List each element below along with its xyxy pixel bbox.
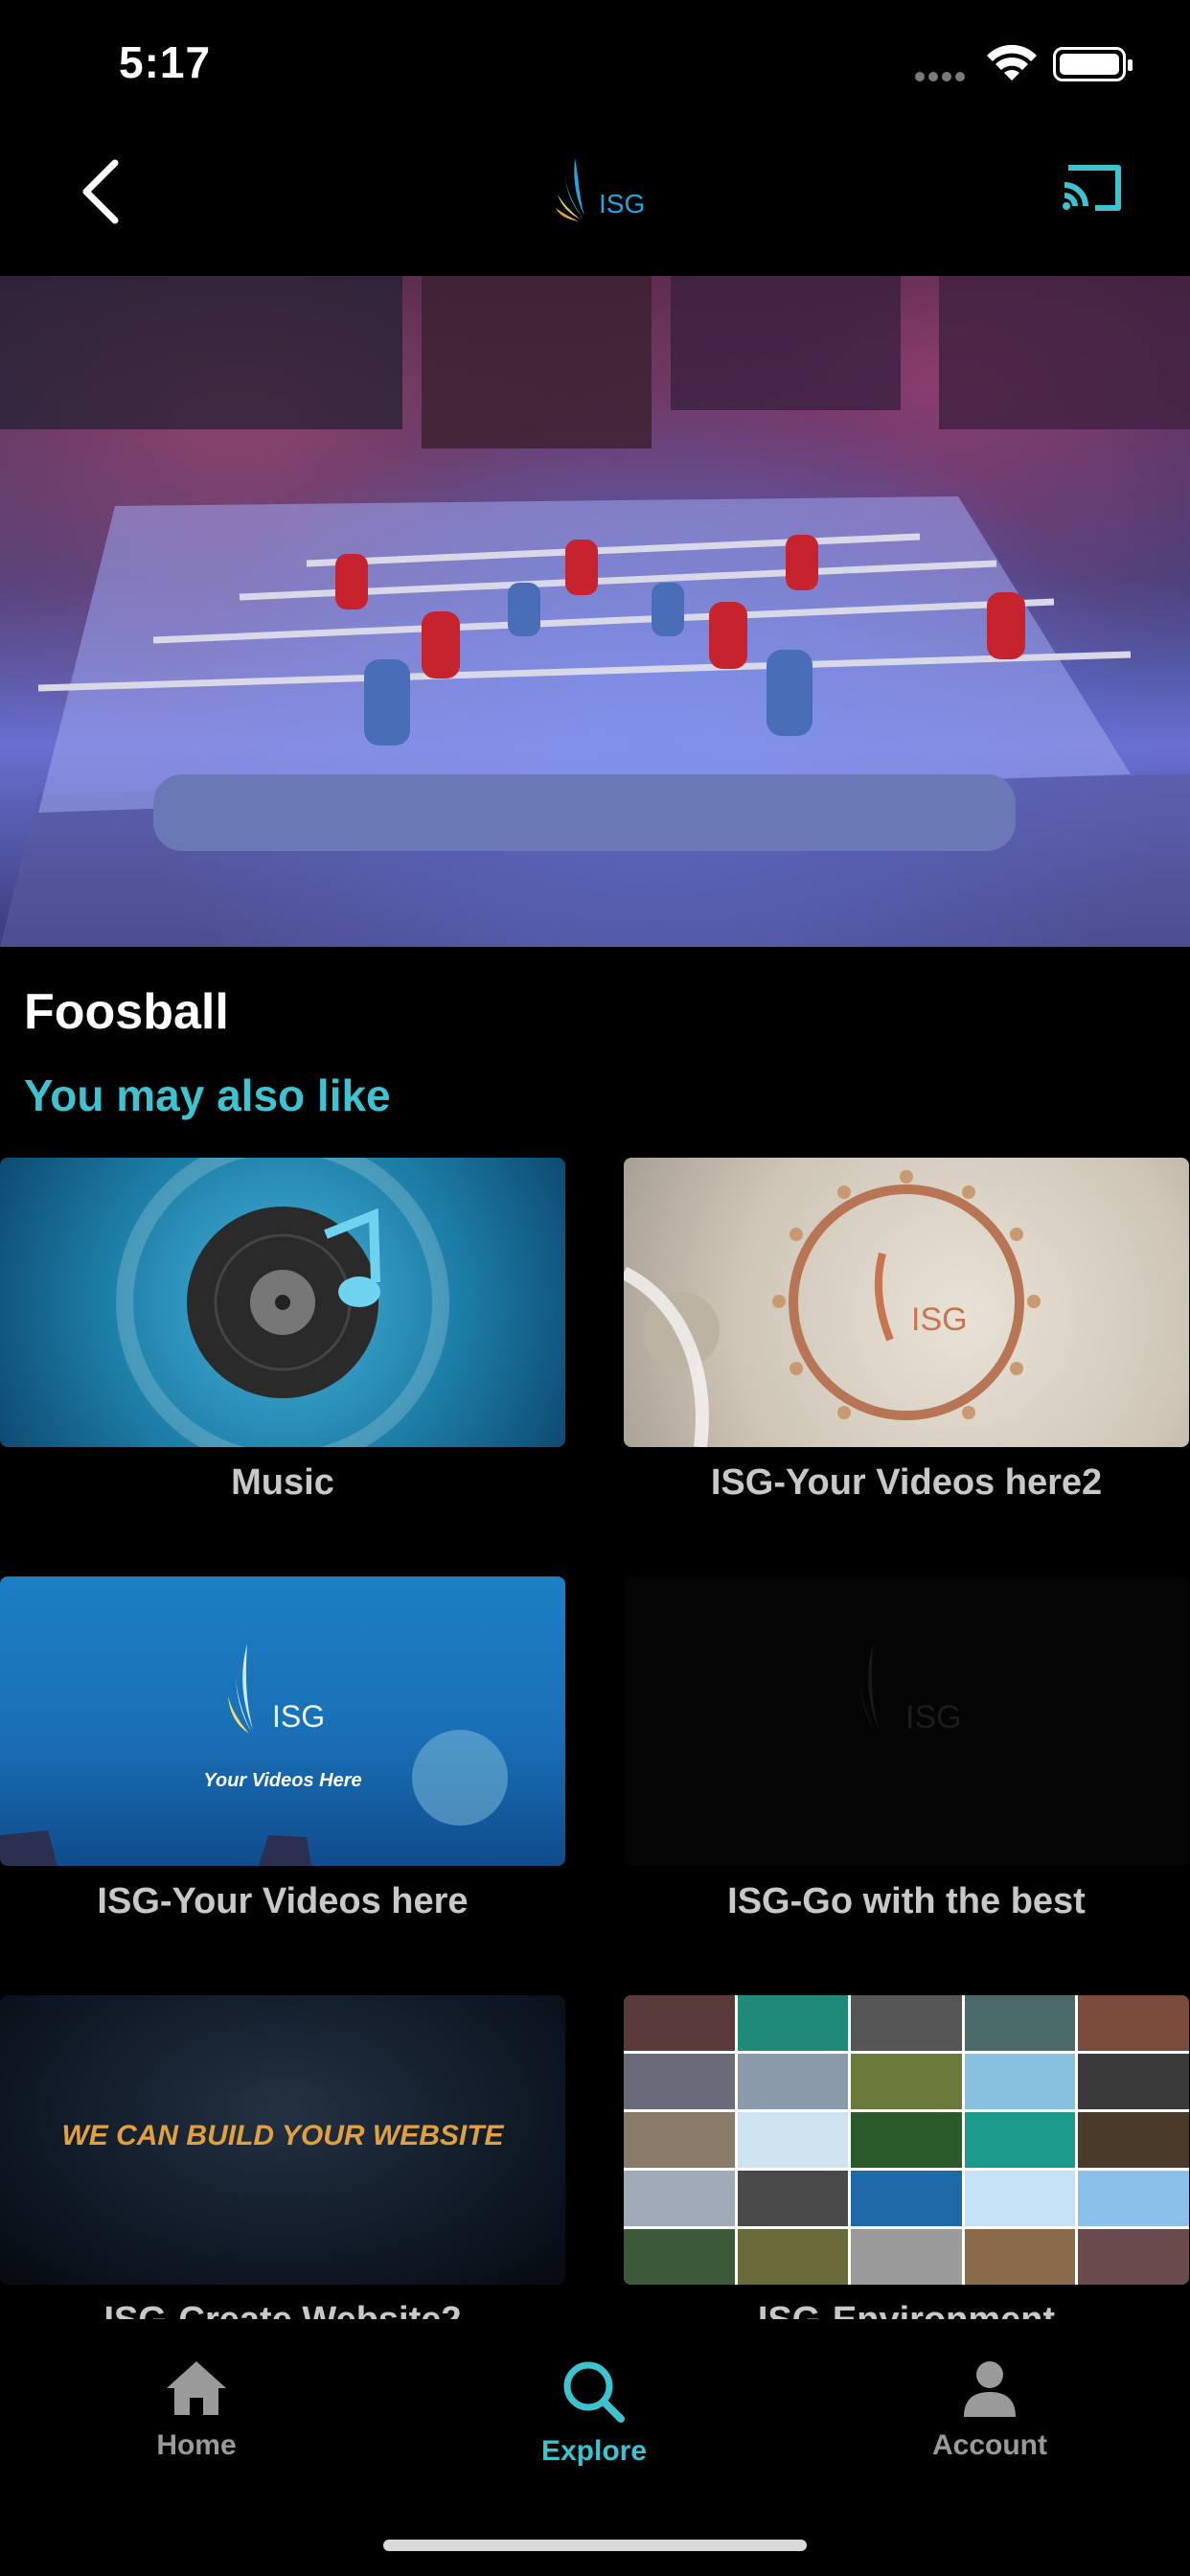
tab-label: Home [156,2429,237,2461]
thumb-logo-text: ISG [911,1301,968,1338]
card-label[interactable]: Music [0,1462,565,1504]
tab-explore[interactable]: Explore [498,2358,690,2468]
isg-emblem-icon [624,1170,1041,1447]
card-label[interactable]: ISG-Go with the best [624,1881,1189,1922]
card-thumbnail-isg[interactable]: ISG Your Videos Here [0,1576,565,1866]
cast-icon[interactable] [1059,158,1128,218]
wifi-icon [987,44,1037,80]
home-indicator[interactable] [383,2540,807,2551]
home-icon [167,2361,226,2415]
isg-logo: ISG [546,139,652,235]
back-button[interactable] [67,153,134,230]
thumb-headline: WE CAN BUILD YOUR WEBSITE [61,2120,504,2151]
video-title: Foosball [24,984,229,1040]
card-thumbnail-isg2[interactable]: ISG [624,1158,1189,1447]
tab-account[interactable]: Account [894,2358,1086,2462]
card-thumbnail-music[interactable] [0,1158,565,1447]
logo-text: ISG [599,189,646,218]
card-thumbnail-website[interactable]: WE CAN BUILD YOUR WEBSITE [0,1995,565,2285]
video-player[interactable] [0,276,1190,947]
tab-label: Explore [540,2435,648,2467]
tab-label: Account [932,2429,1047,2461]
photo-mosaic [624,1995,1189,2285]
thumb-caption: Your Videos Here [203,1770,362,1791]
battery-icon [1053,47,1133,81]
card-thumbnail-environment[interactable] [624,1995,1189,2285]
card-label[interactable]: ISG-Your Videos here [0,1881,565,1922]
status-time: 5:17 [119,37,212,87]
section-heading: You may also like [24,1070,391,1120]
thumb-logo-text: ISG [272,1699,326,1734]
account-icon [964,2361,1016,2417]
tab-home[interactable]: Home [101,2358,292,2462]
vinyl-music-icon [116,1158,449,1447]
foosball-thumbnail [0,276,1190,947]
thumb-logo-text: ISG [905,1699,962,1736]
card-label[interactable]: ISG-Your Videos here2 [624,1462,1189,1504]
cellular-signal-icon [915,69,971,81]
search-icon [563,2361,625,2423]
card-thumbnail-go[interactable]: ISG [624,1576,1189,1866]
